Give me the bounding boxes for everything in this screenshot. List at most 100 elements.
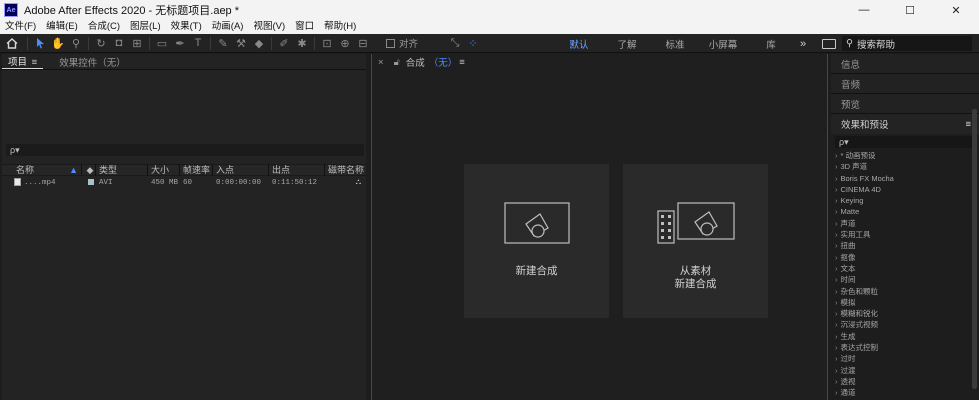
effects-category-item[interactable]: › 过渡 (835, 365, 979, 376)
effects-category-item[interactable]: › 文本 (835, 263, 979, 274)
effects-search-input[interactable]: ρ▾ (835, 136, 975, 148)
preview-panel-tab[interactable]: 预览 (831, 94, 979, 114)
info-panel-tab[interactable]: 信息 (831, 54, 979, 74)
chevron-right-icon[interactable]: › (835, 207, 838, 216)
chevron-right-icon[interactable]: › (835, 196, 838, 205)
effects-category-item[interactable]: › 过时 (835, 353, 979, 364)
camera-tool-icon[interactable]: ◘ (110, 35, 128, 52)
new-comp-from-footage-card[interactable]: 从素材 新建合成 (623, 164, 768, 318)
effects-category-item[interactable]: › 时间 (835, 274, 979, 285)
chevron-right-icon[interactable]: › (835, 366, 838, 375)
effects-category-item[interactable]: › * 动画预设 (835, 150, 979, 161)
home-icon[interactable] (0, 35, 24, 52)
workspace-standard[interactable]: 标准 (651, 37, 699, 51)
chevron-right-icon[interactable]: › (835, 377, 838, 386)
effects-category-item[interactable]: › 抠像 (835, 252, 979, 263)
workspace-more-button[interactable]: » (795, 38, 811, 50)
close-window-button[interactable]: ✕ (933, 0, 979, 20)
chevron-right-icon[interactable]: › (835, 230, 838, 239)
effects-category-item[interactable]: › 表达式控制 (835, 342, 979, 353)
column-size[interactable]: 大小 (148, 164, 180, 176)
effects-category-item[interactable]: › 通道 (835, 387, 979, 398)
project-search-input[interactable]: ρ▾ (6, 144, 364, 156)
effects-category-item[interactable]: › 实用工具 (835, 229, 979, 240)
workspace-libraries[interactable]: 库 (747, 37, 795, 51)
search-help-input[interactable]: ⚲ 搜索帮助 (842, 36, 972, 51)
effects-category-item[interactable]: › CINEMA 4D (835, 184, 979, 195)
puppet-tool-icon[interactable]: ✱ (293, 35, 311, 52)
chevron-right-icon[interactable]: › (835, 287, 838, 296)
chevron-right-icon[interactable]: › (835, 298, 838, 307)
menu-edit[interactable]: 编辑(E) (41, 20, 83, 34)
effects-category-item[interactable]: › Keying (835, 195, 979, 206)
chevron-right-icon[interactable]: › (835, 185, 838, 194)
effects-category-item[interactable]: › 声道 (835, 218, 979, 229)
chevron-right-icon[interactable]: › (835, 253, 838, 262)
eraser-tool-icon[interactable]: ◆ (250, 35, 268, 52)
effects-category-item[interactable]: › 透视 (835, 376, 979, 387)
chevron-right-icon[interactable]: › (835, 309, 838, 318)
effects-category-item[interactable]: › 扭曲 (835, 240, 979, 251)
column-name[interactable]: 名称 ▲ (2, 164, 82, 176)
column-in-point[interactable]: 入点 (213, 164, 269, 176)
rotation-tool-icon[interactable]: ↻ (92, 35, 110, 52)
workspace-panel-icon[interactable] (822, 38, 836, 49)
chevron-right-icon[interactable]: › (835, 320, 838, 329)
effects-category-item[interactable]: › 3D 声道 (835, 161, 979, 172)
chevron-right-icon[interactable]: › (835, 162, 838, 171)
world-axis-icon[interactable]: ⊕ (336, 35, 354, 52)
column-type[interactable]: 类型 (96, 164, 148, 176)
chevron-right-icon[interactable]: › (835, 219, 838, 228)
table-row[interactable]: ....mp4 AVI 450 MB 60 0:00:00:00 0:11:50… (2, 177, 366, 189)
tab-project[interactable]: 项目 ≡ (2, 54, 44, 69)
lock-icon[interactable]: 🔓︎ (394, 57, 400, 68)
effects-category-item[interactable]: › 模糊和锐化 (835, 308, 979, 319)
brush-tool-icon[interactable]: ✎ (214, 35, 232, 52)
effects-category-item[interactable]: › Boris FX Mocha (835, 173, 979, 184)
snapping-checkbox[interactable] (386, 38, 395, 48)
workspace-small-screen[interactable]: 小屏幕 (699, 37, 747, 51)
chevron-right-icon[interactable]: › (835, 332, 838, 341)
pan-behind-tool-icon[interactable]: ⊞ (128, 35, 146, 52)
column-tape-name[interactable]: 磁带名称 (325, 164, 365, 176)
chevron-right-icon[interactable]: › (835, 275, 838, 284)
snapping-toggle[interactable]: 对齐 (386, 36, 418, 50)
new-composition-card[interactable]: 新建合成 (464, 164, 609, 318)
panel-menu-icon[interactable]: ≡ (965, 119, 971, 130)
chevron-right-icon[interactable]: › (835, 151, 838, 160)
effects-scrollbar[interactable] (972, 109, 977, 389)
chevron-right-icon[interactable]: › (835, 388, 838, 397)
label-column-icon[interactable]: ◆ (82, 164, 96, 176)
menu-help[interactable]: 帮助(H) (319, 20, 361, 34)
flowchart-icon[interactable]: ⛬ (325, 177, 365, 189)
audio-panel-tab[interactable]: 音频 (831, 74, 979, 94)
effects-category-item[interactable]: › 沉浸式视频 (835, 319, 979, 330)
menu-file[interactable]: 文件(F) (0, 20, 41, 34)
panel-menu-icon[interactable]: ≡ (32, 57, 38, 68)
snap-targets-icon[interactable]: ⁘ (464, 35, 482, 52)
rectangle-tool-icon[interactable]: ▭ (153, 35, 171, 52)
label-color-swatch[interactable] (87, 179, 94, 186)
close-panel-icon[interactable]: × (378, 57, 384, 68)
view-axis-icon[interactable]: ⊟ (354, 35, 372, 52)
selection-tool-icon[interactable] (31, 35, 49, 52)
minimize-button[interactable]: — (841, 0, 887, 20)
chevron-right-icon[interactable]: › (835, 264, 838, 273)
snap-options-icon[interactable]: ⤡ (446, 35, 464, 52)
zoom-tool-icon[interactable]: ⚲ (67, 35, 85, 52)
effects-category-item[interactable]: › Matte (835, 206, 979, 217)
effects-presets-header[interactable]: 效果和预设 ≡ (831, 114, 979, 134)
workspace-default[interactable]: 默认 (555, 37, 603, 51)
effects-category-item[interactable]: › 生成 (835, 331, 979, 342)
chevron-right-icon[interactable]: › (835, 354, 838, 363)
menu-window[interactable]: 窗口 (290, 20, 319, 34)
chevron-right-icon[interactable]: › (835, 174, 838, 183)
chevron-right-icon[interactable]: › (835, 343, 838, 352)
pen-tool-icon[interactable]: ✒ (171, 35, 189, 52)
workspace-learn[interactable]: 了解 (603, 37, 651, 51)
effects-category-item[interactable]: › 模拟 (835, 297, 979, 308)
menu-animation[interactable]: 动画(A) (207, 20, 249, 34)
tab-effect-controls[interactable]: 效果控件（无） (53, 55, 132, 69)
effects-category-item[interactable]: › 杂色和颗粒 (835, 286, 979, 297)
maximize-button[interactable]: ☐ (887, 0, 933, 20)
